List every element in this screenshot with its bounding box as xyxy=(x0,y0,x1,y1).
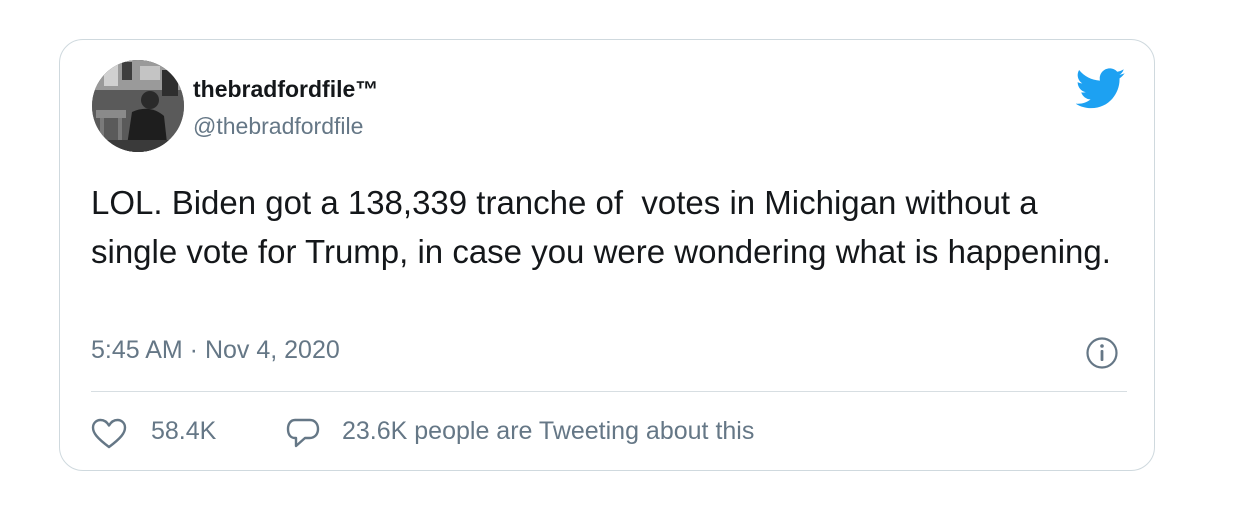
heart-icon[interactable] xyxy=(91,418,127,450)
like-count[interactable]: 58.4K xyxy=(151,417,216,446)
conversation-link[interactable]: 23.6K people are Tweeting about this xyxy=(342,417,754,446)
display-name[interactable]: thebradfordfile™ xyxy=(193,76,378,103)
tweet-timestamp[interactable]: 5:45 AM · Nov 4, 2020 xyxy=(91,336,340,365)
info-icon[interactable] xyxy=(1085,336,1119,370)
divider xyxy=(91,391,1127,392)
twitter-bird-icon[interactable] xyxy=(1076,68,1126,110)
user-handle[interactable]: @thebradfordfile xyxy=(193,113,363,140)
avatar[interactable] xyxy=(92,60,184,152)
tweet-card[interactable]: thebradfordfile™ @thebradfordfile LOL. B… xyxy=(59,39,1155,471)
tweet-text: LOL. Biden got a 138,339 tranche of vote… xyxy=(91,184,1111,270)
speech-bubble-icon[interactable] xyxy=(286,417,320,451)
